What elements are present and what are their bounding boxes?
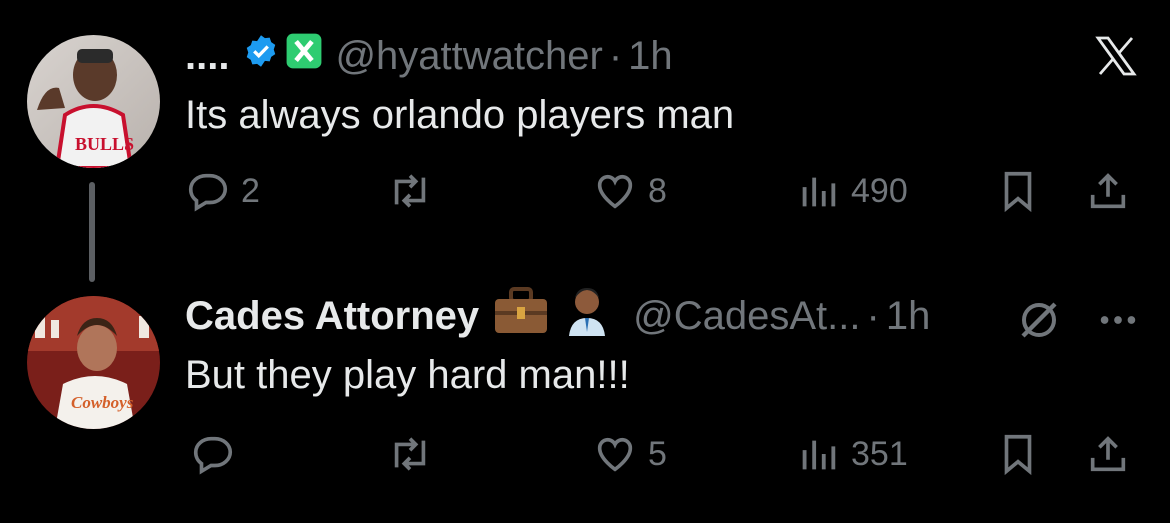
briefcase-emoji: [493, 287, 549, 345]
repost-button[interactable]: [385, 431, 445, 477]
like-icon: [592, 168, 638, 214]
tweet-header: .... @hyattwatcher · 1h: [185, 28, 673, 84]
tweet-text: But they play hard man!!!: [185, 353, 630, 397]
tweet[interactable]: Cowboys Cades Attorney @CadesAt... · 1h …: [0, 260, 1170, 523]
separator: ·: [608, 33, 623, 78]
man-office-worker-emoji: [565, 286, 609, 346]
handle[interactable]: @hyattwatcher: [335, 34, 602, 79]
views-button[interactable]: 351: [795, 431, 908, 477]
repost-icon: [385, 168, 435, 214]
grok-button[interactable]: [1015, 296, 1063, 344]
bookmark-button[interactable]: [995, 168, 1041, 214]
share-button[interactable]: [1085, 168, 1131, 214]
reply-button[interactable]: [190, 431, 246, 477]
views-icon: [795, 168, 841, 214]
views-count: 351: [851, 434, 908, 473]
avatar[interactable]: BULLS: [27, 35, 160, 168]
views-icon: [795, 431, 841, 477]
action-bar: 5 351: [185, 431, 1140, 481]
tweet-text: Its always orlando players man: [185, 93, 735, 137]
avatar[interactable]: Cowboys: [27, 296, 160, 429]
timestamp[interactable]: 1h: [886, 294, 931, 339]
views-button[interactable]: 490: [795, 168, 908, 214]
bookmark-icon: [995, 168, 1041, 214]
like-button[interactable]: 5: [592, 431, 667, 477]
like-count: 8: [648, 171, 667, 210]
bookmark-button[interactable]: [995, 431, 1041, 477]
bookmark-icon: [995, 431, 1041, 477]
green-x-badge-icon[interactable]: [285, 32, 323, 80]
like-count: 5: [648, 434, 667, 473]
tweet[interactable]: BULLS .... @hyattwatcher · 1h Its always…: [0, 0, 1170, 260]
tweet-header: Cades Attorney @CadesAt... · 1h: [185, 286, 931, 346]
display-name[interactable]: Cades Attorney: [185, 294, 479, 339]
reply-button[interactable]: 2: [185, 168, 260, 214]
reply-icon: [185, 168, 231, 214]
jersey-text: BULLS: [75, 134, 134, 154]
more-button[interactable]: [1095, 300, 1141, 340]
share-icon: [1085, 431, 1131, 477]
separator: ·: [866, 293, 880, 338]
views-count: 490: [851, 171, 908, 210]
verified-badge-icon[interactable]: [243, 33, 279, 79]
more-icon: [1095, 300, 1141, 340]
grok-icon: [1015, 296, 1063, 344]
display-name[interactable]: ....: [185, 34, 229, 79]
reply-icon: [190, 431, 236, 477]
like-button[interactable]: 8: [592, 168, 667, 214]
action-bar: 2 8 490: [185, 168, 1140, 218]
repost-icon: [385, 431, 435, 477]
share-button[interactable]: [1085, 431, 1131, 477]
handle[interactable]: @CadesAt...: [633, 294, 860, 339]
share-icon: [1085, 168, 1131, 214]
jersey-text: Cowboys: [71, 393, 134, 412]
reply-count: 2: [241, 171, 260, 210]
like-icon: [592, 431, 638, 477]
repost-button[interactable]: [385, 168, 445, 214]
timestamp[interactable]: 1h: [628, 34, 673, 79]
